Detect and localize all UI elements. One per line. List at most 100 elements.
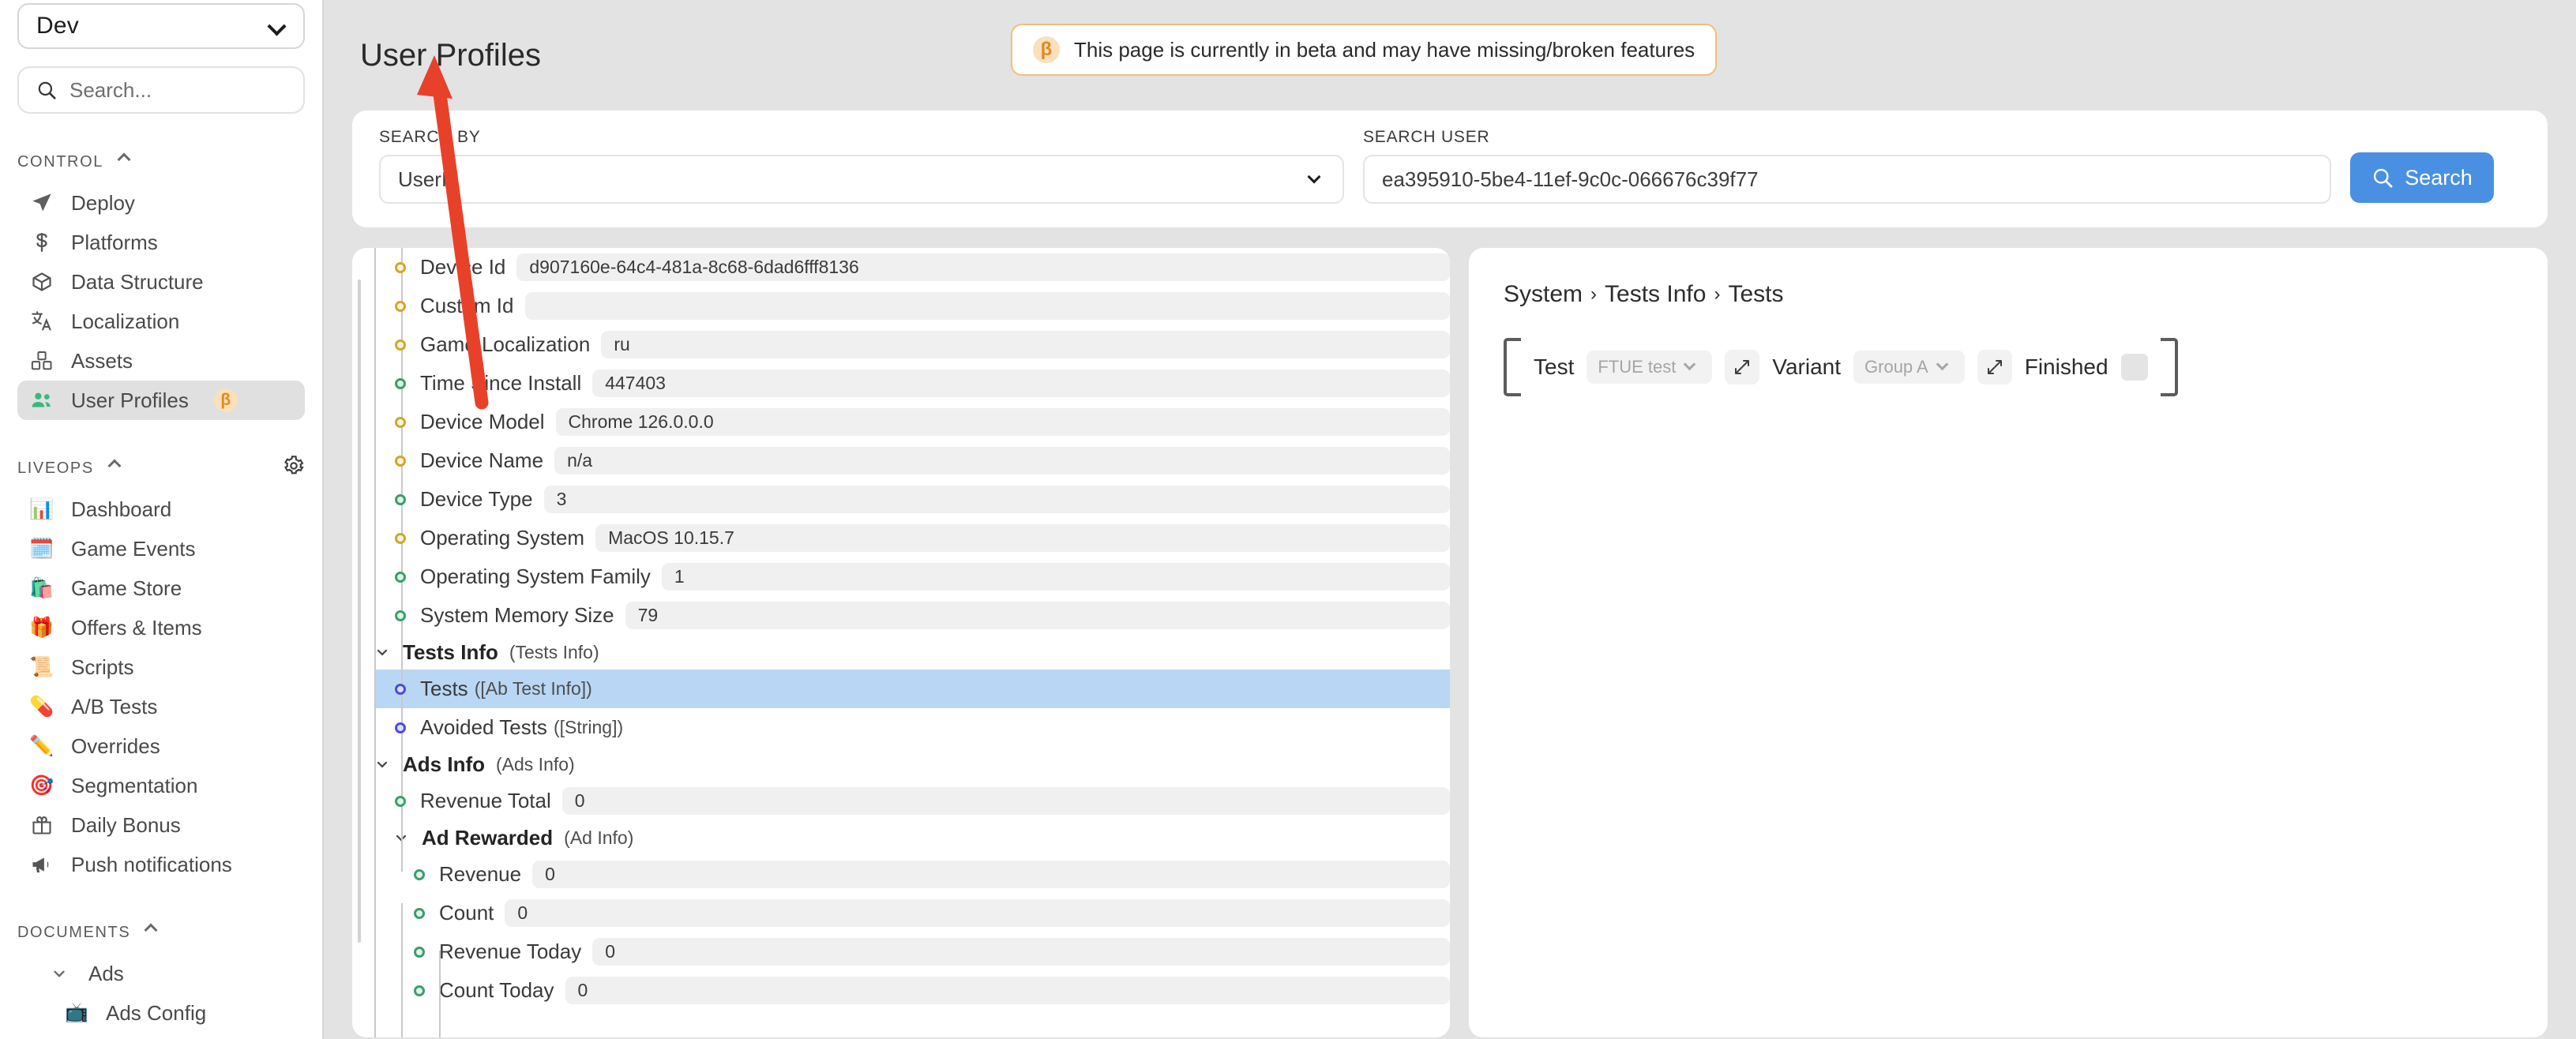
sidebar-item-user-profiles[interactable]: User Profiles β: [17, 381, 305, 420]
sidebar-item-localization[interactable]: Localization: [17, 302, 305, 341]
environment-selector[interactable]: Dev: [17, 3, 305, 49]
tree-row-value[interactable]: Chrome 126.0.0.0: [556, 408, 1450, 436]
tree-row-value[interactable]: 0: [565, 977, 1450, 1004]
search-button[interactable]: Search: [2350, 152, 2494, 203]
tree-row[interactable]: Time Since Install447403: [374, 364, 1450, 403]
chevron-down-icon: [1684, 358, 1701, 376]
tree-node-marker-number: [395, 494, 406, 505]
tree-scrollbar[interactable]: [357, 248, 362, 1037]
beta-banner-text: This page is currently in beta and may h…: [1074, 38, 1695, 62]
test-select[interactable]: FTUE test: [1587, 351, 1712, 384]
search-by-select[interactable]: UserId: [379, 155, 1344, 204]
tree-row[interactable]: Device Idd907160e-64c4-481a-8c68-6dad6ff…: [374, 248, 1450, 287]
tree-row-value[interactable]: 0: [562, 787, 1450, 815]
sidebar-item-overrides[interactable]: ✏️ Overrides: [17, 726, 305, 766]
variant-select[interactable]: Group A: [1853, 351, 1965, 384]
tree-row[interactable]: Count0: [374, 894, 1450, 932]
tree-row[interactable]: Device Type 3: [374, 480, 1450, 519]
gear-icon[interactable]: [283, 455, 305, 482]
sidebar-item-segmentation[interactable]: 🎯 Segmentation: [17, 766, 305, 805]
sidebar-item-ads-folder[interactable]: Ads: [35, 954, 305, 993]
sidebar-group-liveops-label: LIVEOPS: [17, 459, 94, 478]
sidebar-item-ab-tests[interactable]: 💊 A/B Tests: [17, 687, 305, 726]
tree-row-value[interactable]: 0: [592, 938, 1450, 966]
tree-row[interactable]: Operating SystemMacOS 10.15.7: [374, 519, 1450, 557]
tree-row[interactable]: Device Namen/a: [374, 441, 1450, 480]
tree-node-marker-number: [395, 796, 406, 807]
tree-row[interactable]: Revenue Total0: [374, 782, 1450, 820]
search-by-field: SEARCH BY UserId: [379, 128, 1344, 204]
sidebar-item-data-structure[interactable]: Data Structure: [17, 262, 305, 302]
tree-row-value[interactable]: [525, 292, 1451, 320]
calendar-icon: 🗓️: [28, 539, 55, 559]
tree-row-value[interactable]: ru: [601, 331, 1450, 358]
tree-row[interactable]: Avoided Tests([String]): [374, 708, 1450, 747]
sidebar-group-documents-label: DOCUMENTS: [17, 924, 130, 942]
chevron-down-icon: [46, 965, 73, 982]
sidebar-item-label: Ads Config: [106, 1001, 206, 1026]
expand-icon: [1985, 358, 2004, 377]
tree-row-value[interactable]: 1: [662, 563, 1450, 591]
sidebar-group-documents[interactable]: DOCUMENTS: [17, 919, 305, 946]
sidebar-item-push-notifications[interactable]: Push notifications: [17, 845, 305, 884]
sidebar-item-scripts[interactable]: 📜 Scripts: [17, 647, 305, 687]
sidebar-item-ads-config[interactable]: 📺 Ads Config: [52, 993, 305, 1033]
tree-row-value[interactable]: 0: [505, 899, 1450, 927]
tree-row-value[interactable]: 79: [625, 602, 1450, 629]
breadcrumb-item-tests-info[interactable]: Tests Info: [1605, 281, 1706, 308]
ab-test-entry: Test FTUE test Variant Group A: [1504, 338, 2178, 396]
tree-row-label: Avoided Tests: [420, 715, 547, 740]
expand-icon: [1733, 358, 1752, 377]
sidebar-item-deploy[interactable]: Deploy: [17, 183, 305, 223]
gift-outline-icon: [28, 814, 55, 836]
sidebar-group-liveops[interactable]: LIVEOPS: [17, 455, 305, 482]
tree-row-label: Operating System Family: [420, 565, 651, 589]
tree-row[interactable]: Custom Id: [374, 287, 1450, 325]
tree-row[interactable]: Count Today0: [374, 971, 1450, 1010]
tree-row-value[interactable]: 3: [544, 486, 1450, 513]
tree-row[interactable]: Device ModelChrome 126.0.0.0: [374, 403, 1450, 441]
sidebar-item-offers-items[interactable]: 🎁 Offers & Items: [17, 608, 305, 647]
tree-row-value[interactable]: 0: [532, 861, 1450, 888]
breadcrumb-item-system[interactable]: System: [1504, 281, 1583, 308]
sidebar-group-control[interactable]: CONTROL: [17, 148, 305, 175]
sidebar-item-game-events[interactable]: 🗓️ Game Events: [17, 529, 305, 568]
tree-group-header[interactable]: Ads Info(Ads Info): [374, 747, 1450, 782]
search-panel: SEARCH BY UserId SEARCH USER ea395910-5b…: [352, 111, 2548, 227]
finished-checkbox[interactable]: [2121, 354, 2148, 381]
bracket-left: [1504, 338, 1521, 396]
sidebar-item-daily-bonus[interactable]: Daily Bonus: [17, 805, 305, 845]
page-title: User Profiles: [360, 38, 541, 73]
tree-row-value[interactable]: n/a: [554, 447, 1450, 474]
sidebar-item-game-store[interactable]: 🛍️ Game Store: [17, 568, 305, 608]
chevron-down-icon[interactable]: [374, 644, 392, 660]
test-expand-button[interactable]: [1725, 350, 1759, 384]
sidebar-item-assets[interactable]: Assets: [17, 341, 305, 381]
tree-row-value[interactable]: MacOS 10.15.7: [595, 524, 1450, 552]
sidebar-search-input[interactable]: Search...: [17, 66, 305, 114]
search-user-input[interactable]: ea395910-5be4-11ef-9c0c-066676c39f77: [1363, 155, 2331, 204]
tree-row[interactable]: Game Localizationru: [374, 325, 1450, 364]
sidebar-item-dashboard[interactable]: 📊 Dashboard: [17, 489, 305, 529]
breadcrumb-item-tests[interactable]: Tests: [1728, 281, 1783, 308]
tree-row[interactable]: Operating System Family 1: [374, 557, 1450, 596]
variant-expand-button[interactable]: [1977, 350, 2012, 384]
bracket-right: [2161, 338, 2178, 396]
search-by-label: SEARCH BY: [379, 128, 1344, 147]
tree-node-marker-number: [414, 947, 425, 958]
profile-tree-card: Device Idd907160e-64c4-481a-8c68-6dad6ff…: [352, 248, 1450, 1037]
tree-row-label: Device Type: [420, 487, 533, 512]
tree-row-type: ([Ab Test Info]): [475, 678, 592, 700]
tree-row[interactable]: Revenue Today0: [374, 932, 1450, 971]
tree-row-value[interactable]: 447403: [592, 369, 1450, 397]
tree-row-value[interactable]: d907160e-64c4-481a-8c68-6dad6fff8136: [516, 253, 1450, 281]
tree-group-header[interactable]: Tests Info(Tests Info): [374, 635, 1450, 670]
tree-row[interactable]: Revenue0: [374, 855, 1450, 894]
tree-row-selected[interactable]: Tests([Ab Test Info]): [374, 670, 1450, 708]
tree-group-header[interactable]: Ad Rewarded(Ad Info): [374, 820, 1450, 855]
chevron-down-icon[interactable]: [374, 756, 392, 772]
users-icon: [28, 389, 55, 411]
test-value: FTUE test: [1598, 357, 1676, 377]
sidebar-item-platforms[interactable]: Platforms: [17, 223, 305, 262]
tree-row[interactable]: System Memory Size79: [374, 596, 1450, 635]
